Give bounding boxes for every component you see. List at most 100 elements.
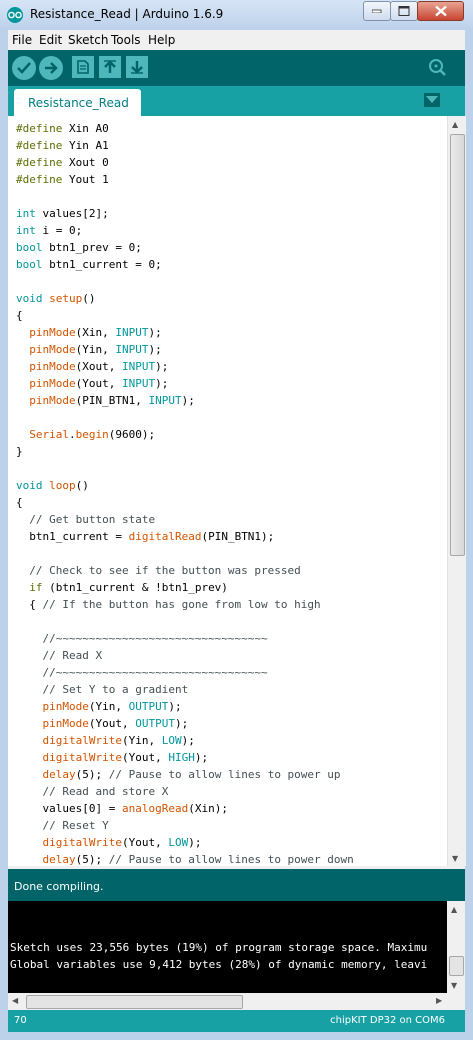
scroll-up-icon[interactable]: ▲ bbox=[451, 905, 457, 914]
triangle-down-icon bbox=[426, 96, 438, 103]
code-token: // Check to see if the button was presse… bbox=[29, 564, 301, 577]
code-token: digitalWrite bbox=[42, 734, 122, 747]
code-token: i = 0; bbox=[35, 224, 83, 237]
arduino-window: Resistance_Read | Arduino 1.6.9 File Edi… bbox=[0, 0, 473, 1040]
code-token: int bbox=[16, 224, 36, 237]
code-line: delay(5); // Pause to allow lines to pow… bbox=[16, 851, 354, 866]
code-token: values[0] = bbox=[16, 802, 122, 815]
code-token: void bbox=[16, 292, 43, 305]
scroll-right-icon[interactable]: ▶ bbox=[436, 996, 442, 1005]
code-token: ); bbox=[155, 360, 169, 373]
code-line: btn1_current = digitalRead(PIN_BTN1); bbox=[16, 528, 354, 545]
code-token: (5); bbox=[75, 853, 109, 866]
code-token: Serial bbox=[29, 428, 69, 441]
code-line: { bbox=[16, 494, 354, 511]
upload-button[interactable] bbox=[39, 56, 63, 80]
code-editor[interactable]: #define Xin A0 #define Yin A1 #define Xout… bbox=[8, 116, 447, 866]
code-token: #define bbox=[16, 122, 63, 135]
console-scroll-thumb[interactable] bbox=[449, 956, 464, 976]
close-button[interactable] bbox=[417, 1, 464, 21]
code-line: int values[2]; bbox=[16, 205, 354, 222]
console-output[interactable]: Sketch uses 23,556 bytes (19%) of progra… bbox=[8, 901, 447, 993]
code-token: pinMode bbox=[29, 326, 76, 339]
title-bar: Resistance_Read | Arduino 1.6.9 bbox=[0, 0, 473, 30]
code-line: digitalWrite(Yout, LOW); bbox=[16, 834, 354, 851]
code-token: (Yin, bbox=[75, 343, 116, 356]
toolbar bbox=[8, 50, 465, 86]
code-token: ); bbox=[148, 326, 162, 339]
menu-edit[interactable]: Edit bbox=[39, 33, 62, 47]
menu-help[interactable]: Help bbox=[148, 33, 175, 47]
status-bar: Done compiling. bbox=[8, 869, 465, 901]
code-line: Serial.begin(9600); bbox=[16, 426, 354, 443]
code-token: ); bbox=[194, 751, 209, 764]
tab-label: Resistance_Read bbox=[28, 96, 129, 110]
code-line: //~~~~~~~~~~~~~~~~~~~~~~~~~~~~~~~~ bbox=[16, 664, 354, 681]
code-token: INPUT bbox=[121, 360, 156, 373]
save-button[interactable] bbox=[126, 56, 148, 78]
open-button[interactable] bbox=[99, 56, 121, 78]
code-token: btn1_current = 0; bbox=[42, 258, 162, 271]
code-line: { bbox=[16, 307, 354, 324]
tab-menu-button[interactable] bbox=[424, 93, 440, 107]
tab-bar: Resistance_Read bbox=[8, 86, 465, 116]
code-token: { bbox=[16, 309, 23, 322]
code-token: values[2]; bbox=[35, 207, 109, 220]
arduino-logo-icon bbox=[7, 7, 23, 23]
code-token: pinMode bbox=[29, 343, 76, 356]
code-line: // Read X bbox=[16, 647, 354, 664]
new-button[interactable] bbox=[72, 56, 94, 78]
code-line: pinMode(Yin, OUTPUT); bbox=[16, 698, 354, 715]
arrow-right-icon bbox=[45, 62, 58, 74]
editor-vertical-scrollbar[interactable]: ▲ ▼ bbox=[447, 116, 466, 866]
console-horizontal-scrollbar[interactable]: ◀ ▶ bbox=[8, 993, 447, 1010]
code-token: pinMode bbox=[42, 717, 89, 730]
code-token: (Xin); bbox=[188, 802, 228, 815]
editor-scroll-thumb[interactable] bbox=[450, 134, 465, 556]
code-line: // Set Y to a gradient bbox=[16, 681, 354, 698]
code-line: values[0] = analogRead(Xin); bbox=[16, 800, 354, 817]
maximize-icon bbox=[398, 6, 410, 16]
code-token: (Yin, bbox=[88, 700, 129, 713]
serial-monitor-button[interactable] bbox=[426, 56, 448, 78]
code-line: digitalWrite(Yin, LOW); bbox=[16, 732, 354, 749]
code-line: // Get button state bbox=[16, 511, 354, 528]
code-line: bool btn1_prev = 0; bbox=[16, 239, 354, 256]
menu-file[interactable]: File bbox=[12, 33, 32, 47]
console-hscroll-thumb[interactable] bbox=[26, 995, 243, 1009]
menu-tools[interactable]: Tools bbox=[111, 33, 141, 47]
scroll-down-icon[interactable]: ▼ bbox=[452, 854, 458, 863]
code-token: OUTPUT bbox=[128, 700, 169, 713]
code-token: (Yout, bbox=[75, 377, 122, 390]
code-token: loop bbox=[49, 479, 76, 492]
menu-bar: File Edit Sketch Tools Help bbox=[8, 30, 465, 50]
menu-sketch[interactable]: Sketch bbox=[68, 33, 108, 47]
tab-resistance-read[interactable]: Resistance_Read bbox=[14, 89, 141, 116]
code-token: ); bbox=[174, 717, 189, 730]
minimize-button[interactable] bbox=[363, 1, 391, 21]
code-token: (Xout, bbox=[75, 360, 122, 373]
scroll-down-icon[interactable]: ▼ bbox=[451, 981, 457, 990]
check-icon bbox=[17, 62, 31, 74]
code-token: #define bbox=[16, 156, 63, 169]
verify-button[interactable] bbox=[12, 56, 36, 80]
code-line: delay(5); // Pause to allow lines to pow… bbox=[16, 766, 354, 783]
code-line: // Check to see if the button was presse… bbox=[16, 562, 354, 579]
maximize-button[interactable] bbox=[390, 1, 418, 21]
console-vertical-scrollbar[interactable]: ▲ ▼ bbox=[447, 901, 465, 993]
scroll-up-icon[interactable]: ▲ bbox=[452, 120, 458, 129]
scroll-left-icon[interactable]: ◀ bbox=[12, 996, 18, 1005]
code-line: pinMode(Xout, INPUT); bbox=[16, 358, 354, 375]
code-token: ); bbox=[155, 377, 169, 390]
